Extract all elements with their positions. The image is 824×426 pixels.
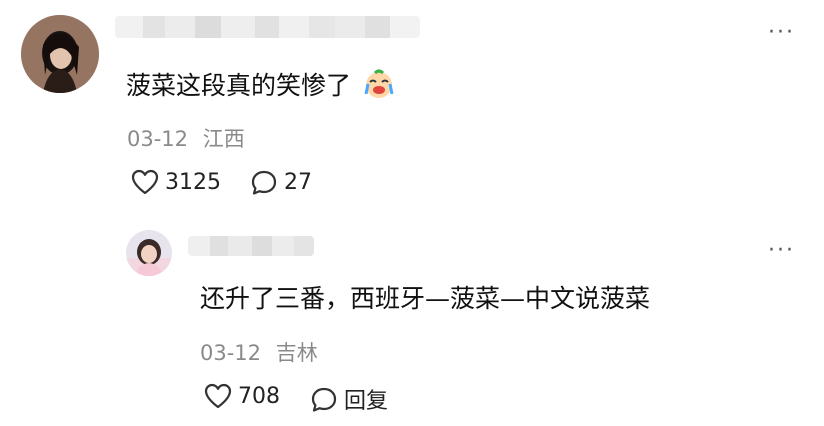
reply-label: 回复 [344,389,389,414]
comment-bubble-icon [251,170,277,195]
reply-meta: 03-12 吉林 [200,337,318,367]
more-options-icon[interactable]: ··· [768,22,795,44]
avatar[interactable] [21,15,99,93]
reply-text: 还升了三番，西班牙—菠菜—中文说菠菜 [200,284,651,313]
like-button[interactable]: 3125 [131,169,221,195]
comment-date: 03-12 [127,127,189,151]
username-blurred[interactable] [115,16,420,38]
heart-icon [131,169,159,195]
laughing-crying-face-icon [363,68,395,107]
reply-avatar[interactable] [126,230,172,276]
like-count: 3125 [165,169,221,195]
comment-bubble-icon [311,387,337,412]
reply-username-blurred[interactable] [188,236,314,256]
reply-like-button[interactable]: 708 [204,383,280,409]
reply-count: 27 [284,170,312,195]
reply-date: 03-12 [200,341,262,365]
reply-more-options-icon[interactable]: ··· [768,240,795,262]
comment-meta: 03-12 江西 [127,123,245,153]
reply-to-reply-button[interactable]: 回复 [310,383,388,415]
comment-location: 江西 [202,127,245,151]
comment-text: 菠菜这段真的笑惨了 [126,68,395,107]
heart-icon [204,383,232,409]
reply-location: 吉林 [275,341,318,365]
reply-button[interactable]: 27 [250,169,312,196]
reply-like-count: 708 [238,383,280,409]
